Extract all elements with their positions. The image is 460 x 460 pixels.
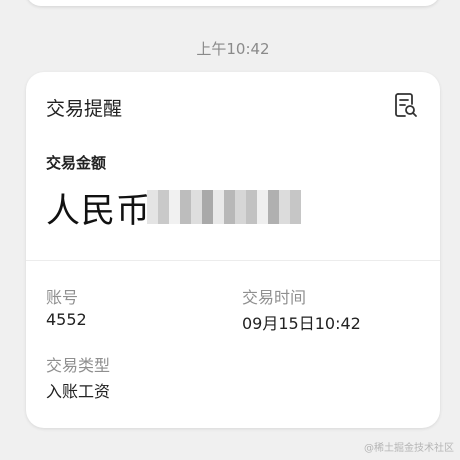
transaction-type-label: 交易类型: [46, 356, 111, 375]
transaction-type-value: 入账工资: [46, 382, 111, 401]
account-value: 4552: [46, 310, 87, 329]
amount-label: 交易金额: [46, 154, 107, 172]
document-search-icon[interactable]: [394, 92, 418, 118]
transaction-alert-card[interactable]: 交易提醒 交易金额 人民币 账号 4552 交易时间 09月15日10:42 交…: [26, 72, 440, 428]
transaction-time-value: 09月15日10:42: [242, 314, 361, 333]
amount-row: 人民币: [46, 182, 301, 232]
divider: [26, 260, 440, 261]
previous-message-card[interactable]: [26, 0, 440, 6]
transaction-time-label: 交易时间: [242, 288, 307, 307]
account-label: 账号: [46, 288, 79, 307]
amount-currency: 人民币: [46, 190, 151, 231]
amount-masked-value: [147, 189, 301, 225]
message-timestamp: 上午10:42: [196, 40, 270, 58]
watermark: @稀土掘金技术社区: [364, 443, 454, 454]
card-title: 交易提醒: [46, 98, 123, 120]
